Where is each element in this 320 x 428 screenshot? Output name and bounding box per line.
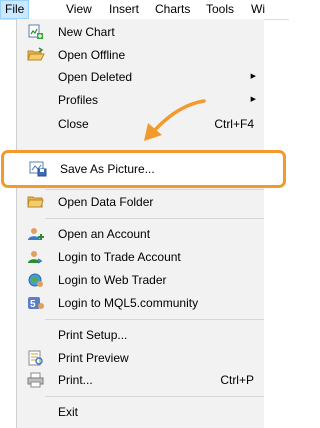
menu-bar: File View Insert Charts Tools Wi xyxy=(0,0,289,20)
submenu-arrow-icon: ▶ xyxy=(250,96,256,103)
menu-item-open-deleted[interactable]: Open Deleted ▶ xyxy=(17,66,264,88)
menu-item-label: Open Data Folder xyxy=(58,195,154,209)
menu-item-print[interactable]: Print... Ctrl+P xyxy=(17,369,264,391)
menu-charts[interactable]: Charts xyxy=(155,0,190,19)
menu-item-login-trade[interactable]: Login to Trade Account xyxy=(17,246,264,268)
menu-item-login-mql5[interactable]: 5 Login to MQL5.community xyxy=(17,292,264,314)
menu-item-open-offline[interactable]: Open Offline xyxy=(17,44,264,66)
menu-item-label: Open Deleted xyxy=(58,70,133,84)
menu-insert[interactable]: Insert xyxy=(109,0,139,19)
menu-item-label: Print Setup... xyxy=(58,328,128,342)
menu-item-label: Exit xyxy=(58,405,79,419)
menu-item-label: New Chart xyxy=(58,25,115,39)
print-preview-icon xyxy=(27,350,45,366)
menu-separator xyxy=(45,218,264,219)
printer-icon xyxy=(27,372,45,388)
file-menu-dropdown: New Chart Open Offline Open Deleted ▶ Pr… xyxy=(16,19,264,428)
menu-item-print-preview[interactable]: Print Preview xyxy=(17,347,264,369)
menu-tools[interactable]: Tools xyxy=(206,0,234,19)
menu-item-label: Open an Account xyxy=(58,227,151,241)
menu-item-label: Close xyxy=(58,117,89,131)
mql5-icon: 5 xyxy=(27,295,45,311)
menu-view[interactable]: View xyxy=(66,0,92,19)
svg-text:5: 5 xyxy=(30,299,36,310)
submenu-arrow-icon: ▶ xyxy=(250,73,256,80)
add-user-icon xyxy=(27,226,45,242)
menu-item-label: Print... xyxy=(58,373,93,387)
menu-item-label: Print Preview xyxy=(58,351,129,365)
menu-item-label: Profiles xyxy=(58,93,99,107)
menu-file[interactable]: File xyxy=(0,0,30,19)
menu-item-new-chart[interactable]: New Chart xyxy=(17,21,264,43)
menu-item-open-account[interactable]: Open an Account xyxy=(17,223,264,245)
folder-icon xyxy=(27,194,45,210)
highlight-frame: Save As Picture... xyxy=(1,150,286,188)
shortcut-label: Ctrl+P xyxy=(220,373,254,387)
save-picture-icon xyxy=(29,161,47,177)
menu-item-label: Open Offline xyxy=(58,48,126,62)
menu-item-label: Login to Trade Account xyxy=(58,250,181,264)
menu-separator xyxy=(45,396,264,397)
menu-item-exit[interactable]: Exit xyxy=(17,401,264,423)
menu-item-label: Login to Web Trader xyxy=(58,273,167,287)
menu-separator xyxy=(45,189,264,190)
callout-arrow-icon xyxy=(144,99,206,141)
menu-separator xyxy=(45,319,264,320)
user-login-icon xyxy=(27,249,45,265)
menu-item-save-as-picture[interactable]: Save As Picture... xyxy=(19,153,279,185)
new-chart-icon xyxy=(27,24,45,40)
menu-item-label: Login to MQL5.community xyxy=(58,296,199,310)
shortcut-label: Ctrl+F4 xyxy=(214,117,254,131)
menu-item-open-data-folder[interactable]: Open Data Folder xyxy=(17,191,264,213)
menu-item-label: Save As Picture... xyxy=(60,162,155,176)
menu-item-print-setup[interactable]: Print Setup... xyxy=(17,324,264,346)
menu-window[interactable]: Wi xyxy=(251,0,265,19)
menu-item-login-web[interactable]: Login to Web Trader xyxy=(17,269,264,291)
folder-open-icon xyxy=(27,47,45,63)
globe-icon xyxy=(27,272,45,288)
